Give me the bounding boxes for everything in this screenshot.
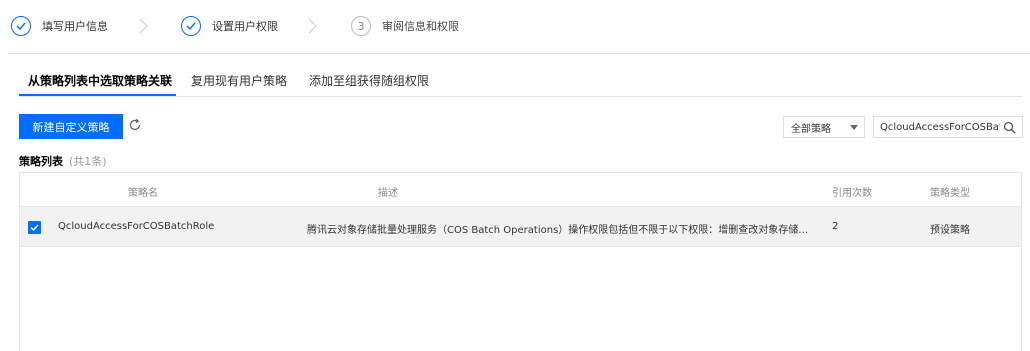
policy-type-cell: 预设策略	[930, 225, 970, 236]
step-3-number: 3	[351, 16, 371, 36]
step-3-label: 审阅信息和权限	[382, 20, 459, 33]
policy-table: 策略名 描述 引用次数 策略类型 QcloudAccessForCOSBatch…	[19, 172, 1022, 351]
new-custom-policy-button[interactable]: 新建自定义策略	[19, 114, 123, 139]
policy-references-cell: 2	[832, 221, 839, 232]
column-header-policy-type: 策略类型	[930, 188, 970, 199]
policy-description-cell: 腾讯云对象存储批量处理服务（COS Batch Operations）操作权限包…	[307, 225, 812, 236]
step-3: 3 审阅信息和权限	[351, 14, 459, 38]
column-header-policy-name: 策略名	[128, 188, 158, 199]
search-box[interactable]	[873, 116, 1023, 138]
policy-name-cell: QcloudAccessForCOSBatchRole	[58, 221, 215, 232]
divider	[8, 53, 1030, 54]
refresh-icon[interactable]	[128, 118, 142, 132]
step-2-label: 设置用户权限	[212, 20, 278, 33]
search-icon[interactable]	[1003, 121, 1016, 134]
policy-type-select-value: 全部策略	[791, 123, 831, 135]
column-header-description: 描述	[378, 188, 398, 199]
search-input[interactable]	[880, 118, 1000, 136]
table-header: 策略名 描述 引用次数 策略类型	[20, 173, 1021, 207]
step-1-label: 填写用户信息	[42, 20, 108, 33]
step-2: 设置用户权限	[181, 14, 278, 38]
chevron-right-icon	[308, 18, 317, 34]
policy-list-label: 策略列表	[19, 155, 63, 168]
check-icon	[181, 16, 201, 36]
policy-type-select[interactable]: 全部策略	[783, 116, 865, 138]
column-header-references: 引用次数	[832, 188, 872, 199]
step-1: 填写用户信息	[11, 14, 108, 38]
policy-list-count: (共1条)	[69, 155, 107, 168]
policy-list-title: 策略列表 (共1条)	[19, 153, 107, 169]
table-row[interactable]: QcloudAccessForCOSBatchRole 腾讯云对象存储批量处理服…	[20, 207, 1021, 247]
tab-add-to-group[interactable]: 添加至组获得随组权限	[309, 72, 429, 89]
check-icon	[30, 224, 39, 231]
chevron-right-icon	[139, 18, 148, 34]
tabs-divider	[19, 96, 1022, 97]
check-icon	[11, 16, 31, 36]
row-checkbox[interactable]	[28, 221, 41, 234]
tab-reuse-user-policy[interactable]: 复用现有用户策略	[191, 72, 287, 89]
caret-down-icon	[850, 125, 858, 130]
tab-select-from-policy-list[interactable]: 从策略列表中选取策略关联	[28, 72, 172, 89]
